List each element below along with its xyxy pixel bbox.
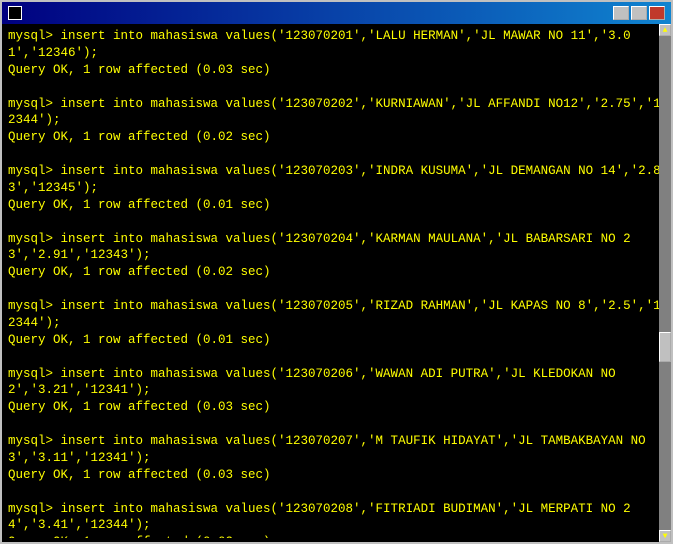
scrollbar-track	[659, 36, 671, 530]
window-icon	[8, 6, 22, 20]
maximize-button[interactable]	[631, 6, 647, 20]
close-button[interactable]	[649, 6, 665, 20]
scroll-down-button[interactable]: ▼	[659, 530, 671, 542]
minimize-button[interactable]	[613, 6, 629, 20]
title-bar-left	[8, 6, 26, 20]
terminal-output: mysql> insert into mahasiswa values('123…	[8, 28, 665, 538]
title-bar	[2, 2, 671, 24]
scrollbar[interactable]: ▲ ▼	[659, 24, 671, 542]
command-prompt-window: mysql> insert into mahasiswa values('123…	[0, 0, 673, 544]
terminal-area: mysql> insert into mahasiswa values('123…	[2, 24, 671, 542]
scroll-up-button[interactable]: ▲	[659, 24, 671, 36]
scrollbar-thumb[interactable]	[659, 332, 671, 362]
title-buttons	[613, 6, 665, 20]
